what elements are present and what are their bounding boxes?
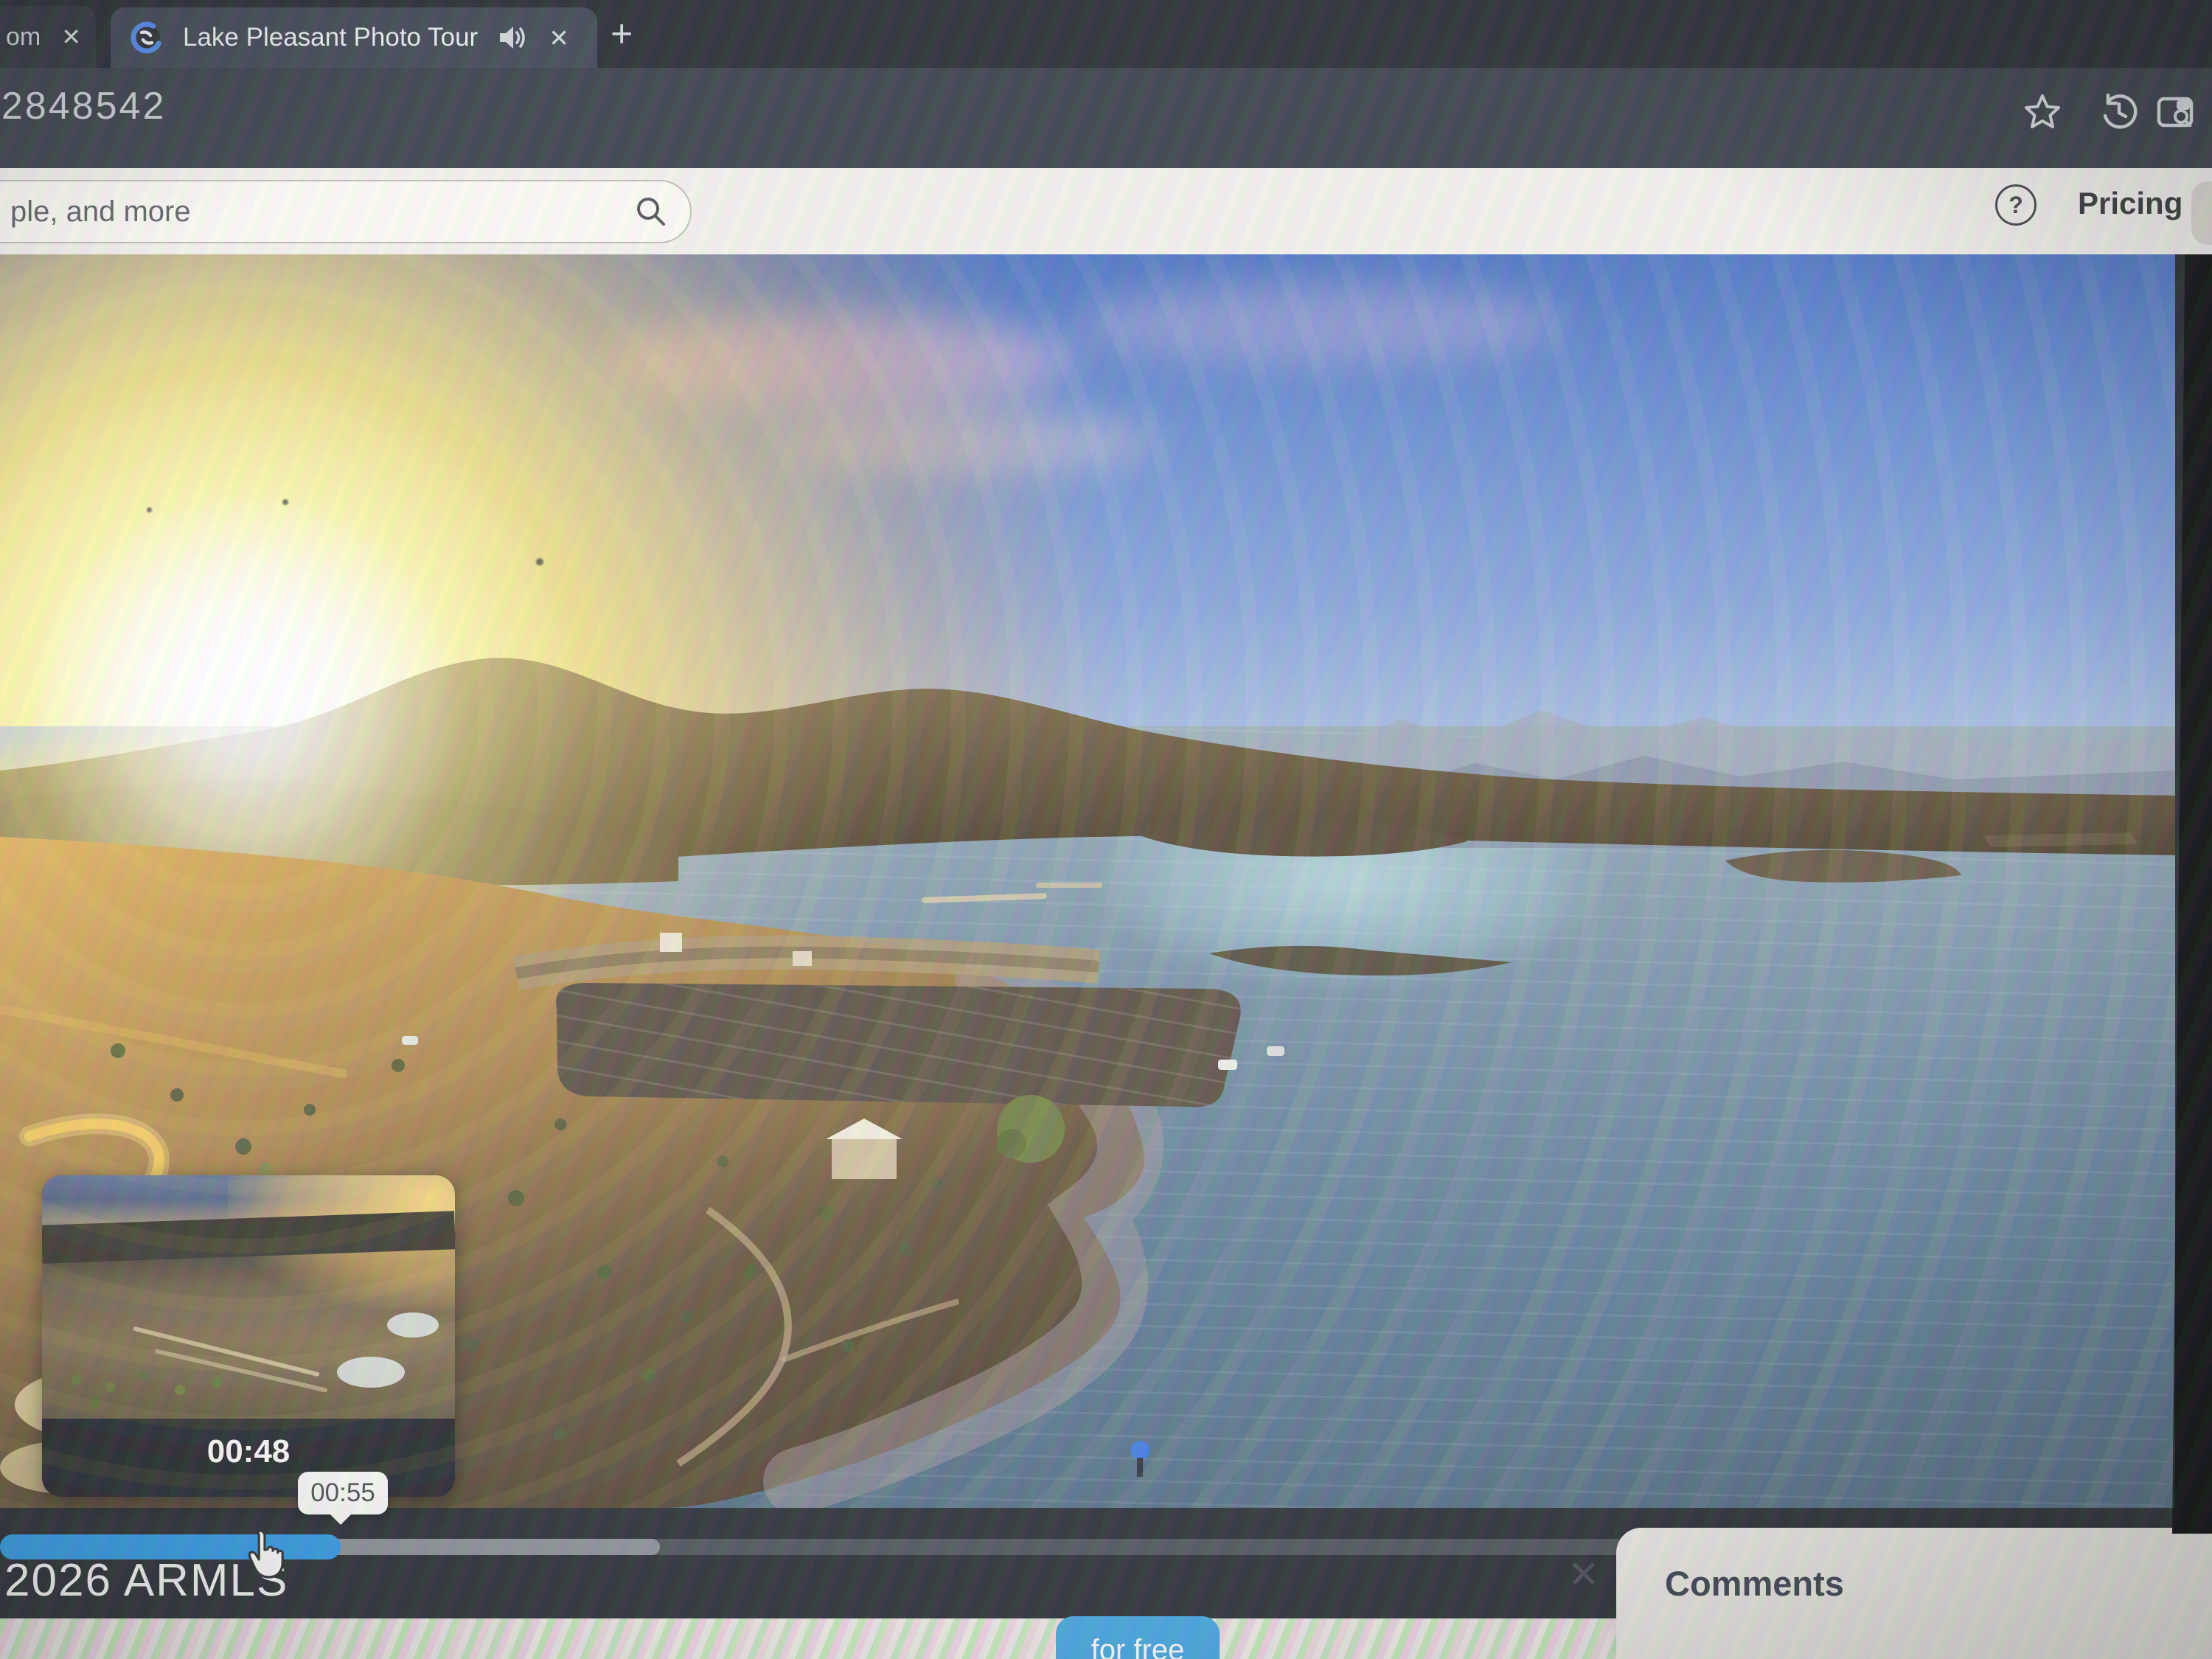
seek-preview-time: 00:48 (42, 1433, 455, 1470)
url-text[interactable]: 02848542 (0, 84, 166, 128)
bird-speck (282, 499, 288, 505)
hand-cursor (243, 1528, 291, 1579)
new-tab-button[interactable]: + (611, 16, 633, 52)
site-toolbar: ? Pricing (0, 168, 2212, 254)
account-button[interactable] (2191, 181, 2212, 245)
active-tab-title: Lake Pleasant Photo Tour (183, 23, 478, 52)
search-bar[interactable] (0, 180, 692, 243)
search-input[interactable] (9, 195, 634, 229)
tab-search-side-panel-icon[interactable] (2154, 91, 2196, 133)
history-icon[interactable] (2098, 91, 2140, 133)
bookmark-star-icon[interactable] (2022, 91, 2063, 133)
comments-panel[interactable]: Comments (1616, 1528, 2212, 1659)
search-icon[interactable] (634, 195, 668, 229)
bird-speck (147, 507, 152, 512)
seek-tooltip-time: 00:55 (310, 1478, 375, 1508)
photographed-screen: om ✕ Lake Pleasant Photo Tour ✕ + 028485… (0, 0, 2212, 1659)
signup-free-button[interactable]: for free (1056, 1616, 1220, 1659)
close-tab-icon[interactable]: ✕ (549, 24, 569, 52)
comments-header: Comments (1665, 1563, 1844, 1604)
blue-umbrella (1130, 1441, 1150, 1460)
screen-bezel (2172, 254, 2212, 1534)
signup-free-button-label: for free (1091, 1634, 1185, 1659)
site-favicon-icon (130, 21, 164, 55)
close-icon[interactable]: ✕ (1568, 1553, 1600, 1597)
help-icon[interactable]: ? (1995, 184, 2037, 226)
active-tab[interactable]: Lake Pleasant Photo Tour ✕ (111, 7, 597, 68)
seek-tooltip: 00:55 (298, 1472, 388, 1514)
tab-audio-speaker-icon[interactable] (497, 23, 529, 52)
bird-speck (536, 558, 543, 566)
previous-tab[interactable]: om ✕ (0, 6, 96, 68)
browser-tab-bar: om ✕ Lake Pleasant Photo Tour ✕ + (0, 0, 2212, 68)
seek-preview-thumbnail: 00:48 (42, 1175, 455, 1497)
browser-address-bar[interactable]: 02848542 (0, 68, 2212, 168)
seek-preview-image (42, 1175, 455, 1419)
pricing-link[interactable]: Pricing (2078, 186, 2183, 221)
close-icon[interactable]: ✕ (61, 23, 81, 51)
previous-tab-label: om (6, 23, 41, 52)
